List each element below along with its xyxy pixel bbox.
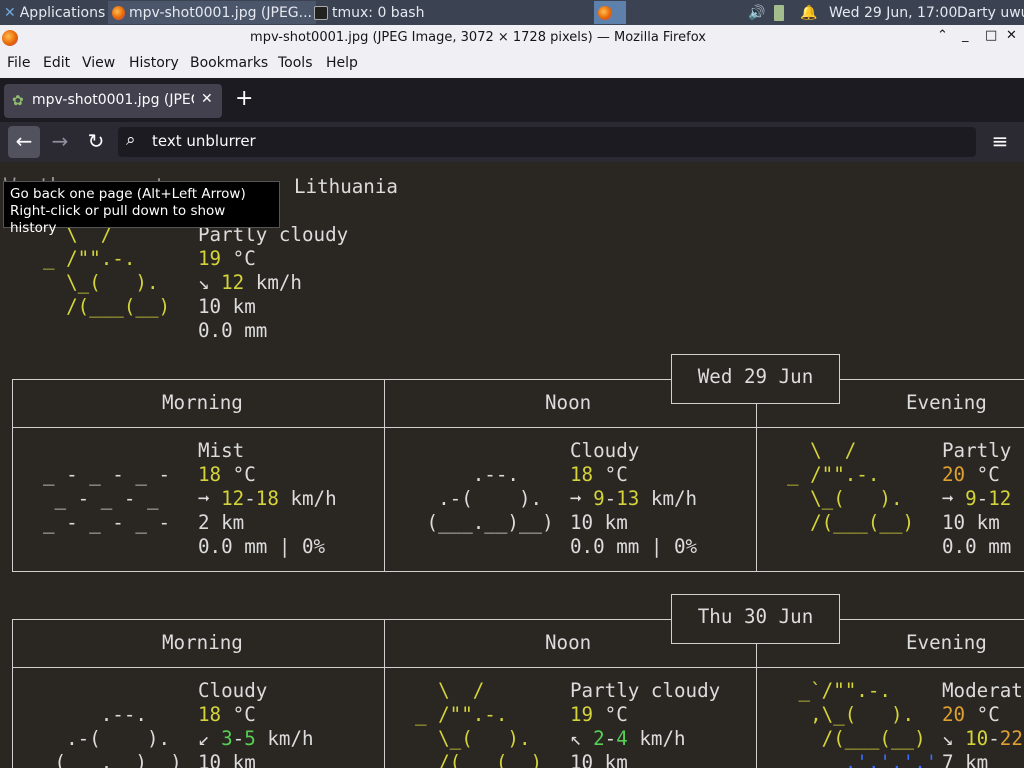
period-header: Morning bbox=[162, 391, 243, 414]
menu-history[interactable]: History bbox=[129, 55, 179, 71]
hamburger-menu-button[interactable]: ≡ bbox=[984, 126, 1016, 158]
firefox-icon bbox=[112, 5, 126, 20]
window-title: mpv-shot0001.jpg (JPEG Image, 3072 × 172… bbox=[250, 30, 706, 45]
applications-menu[interactable]: ✕ Applications bbox=[0, 1, 112, 24]
tooltip-line: Go back one page (Alt+Left Arrow) bbox=[10, 186, 246, 202]
applications-label: Applications bbox=[19, 4, 106, 21]
search-icon: ⌕ bbox=[126, 130, 136, 150]
mist-art: _ - _ - _ - _ - _ - _ _ - _ - _ - bbox=[43, 463, 171, 534]
window-maximize-button[interactable]: □ bbox=[985, 28, 997, 43]
terminal-icon bbox=[314, 5, 328, 20]
window-shade-button[interactable]: ⌃ bbox=[937, 28, 948, 43]
menu-file[interactable]: File bbox=[7, 55, 30, 71]
period-header: Morning bbox=[162, 631, 243, 654]
tab-active[interactable]: ✿ mpv-shot0001.jpg (JPEG ✕ bbox=[4, 84, 222, 118]
forecast-cell: Partly 20 °C ➞ 9-12 10 km 0.0 mm bbox=[942, 439, 1012, 558]
menu-bookmarks[interactable]: Bookmarks bbox=[190, 55, 268, 71]
cloud-art: .--. .-( ). (___.__)__) bbox=[415, 463, 554, 534]
taskbar-item-label: tmux: 0 bash bbox=[332, 4, 425, 21]
url-bar[interactable]: ⌕ text unblurrer bbox=[118, 127, 976, 157]
new-tab-button[interactable]: + bbox=[235, 86, 253, 111]
current-wind: ↘ 12 km/h bbox=[198, 271, 302, 294]
forecast-cell: Cloudy 18 °C ➞ 9-13 km/h 10 km 0.0 mm | … bbox=[570, 439, 698, 558]
top-panel: ✕ Applications mpv-shot0001.jpg (JPEG...… bbox=[0, 0, 1024, 25]
back-button[interactable]: ← bbox=[8, 126, 40, 158]
window-titlebar: mpv-shot0001.jpg (JPEG Image, 3072 × 172… bbox=[0, 25, 1024, 50]
menu-view[interactable]: View bbox=[82, 55, 115, 71]
notification-bell-icon[interactable]: 🔔 bbox=[796, 1, 824, 24]
current-weather-art: \ / _ /"".-. \_( ). /(___(__) bbox=[43, 223, 171, 318]
window-minimize-button[interactable]: _ bbox=[962, 28, 969, 43]
report-location: Lithuania bbox=[294, 175, 398, 198]
day-date: Thu 30 Jun bbox=[671, 594, 840, 644]
xfce-icon: ✕ bbox=[4, 4, 16, 21]
forecast-cell: Partly cloudy 19 °C ↖ 2-4 km/h 10 km bbox=[570, 679, 721, 768]
clock[interactable]: Wed 29 Jun, 17:00 bbox=[825, 1, 958, 24]
current-precipitation: 0.0 mm bbox=[198, 319, 268, 342]
menu-tools[interactable]: Tools bbox=[278, 55, 313, 71]
current-temperature: 19 °C bbox=[198, 247, 256, 270]
back-button-tooltip: Go back one page (Alt+Left Arrow) Right-… bbox=[3, 181, 280, 236]
page-content: Weather report Lithuania \ / _ /"".-. \_… bbox=[0, 162, 1024, 768]
tab-bar: ✿ mpv-shot0001.jpg (JPEG ✕ + bbox=[0, 78, 1024, 122]
forecast-cell: Moderat 20 °C ↘ 10-22 7 km bbox=[942, 679, 1023, 768]
menu-bar: File Edit View History Bookmarks Tools H… bbox=[0, 50, 1024, 78]
menu-edit[interactable]: Edit bbox=[43, 55, 70, 71]
taskbar-item-terminal[interactable]: tmux: 0 bash bbox=[310, 1, 518, 24]
tab-label: mpv-shot0001.jpg (JPEG bbox=[32, 92, 194, 108]
period-header: Evening bbox=[906, 391, 987, 414]
forward-button[interactable]: → bbox=[44, 126, 76, 158]
workspace-switcher[interactable] bbox=[594, 1, 626, 24]
taskbar-item-label: mpv-shot0001.jpg (JPEG... bbox=[129, 4, 312, 21]
user-menu[interactable]: Darty uwu bbox=[953, 1, 1024, 24]
partly-cloudy-art: \ / _ /"".-. \_( ). /(___(__) bbox=[787, 439, 915, 534]
window-close-button[interactable]: ✕ bbox=[1006, 28, 1017, 43]
taskbar-item-firefox[interactable]: mpv-shot0001.jpg (JPEG... bbox=[108, 1, 316, 24]
firefox-icon bbox=[598, 5, 612, 20]
period-header: Noon bbox=[545, 631, 592, 654]
tab-close-icon[interactable]: ✕ bbox=[201, 91, 213, 107]
tooltip-line: Right-click or pull down to show history bbox=[10, 203, 226, 236]
partly-cloudy-art: \ / _ /"".-. \_( ). /(___(__) bbox=[415, 679, 543, 768]
period-header: Noon bbox=[545, 391, 592, 414]
url-input[interactable]: text unblurrer bbox=[152, 132, 256, 150]
forecast-cell: Cloudy 18 °C ↙ 3-5 km/h 10 km bbox=[198, 679, 314, 768]
rain-cloud-art: _`/"".-. ,\_( ). /(___(__) ‚'‚'‚'‚' bbox=[787, 679, 938, 768]
volume-icon[interactable]: 🔊 bbox=[744, 1, 772, 24]
menu-help[interactable]: Help bbox=[326, 55, 358, 71]
current-visibility: 10 km bbox=[198, 295, 256, 318]
image-icon: ✿ bbox=[12, 93, 24, 109]
period-header: Evening bbox=[906, 631, 987, 654]
cloud-art: .--. .-( ). (___.__)__) bbox=[43, 703, 182, 768]
forecast-cell: Mist 18 °C ➞ 12-18 km/h 2 km 0.0 mm | 0% bbox=[198, 439, 337, 558]
reload-button[interactable]: ↻ bbox=[80, 126, 112, 158]
battery-icon[interactable] bbox=[770, 1, 798, 24]
day-date: Wed 29 Jun bbox=[671, 354, 840, 404]
